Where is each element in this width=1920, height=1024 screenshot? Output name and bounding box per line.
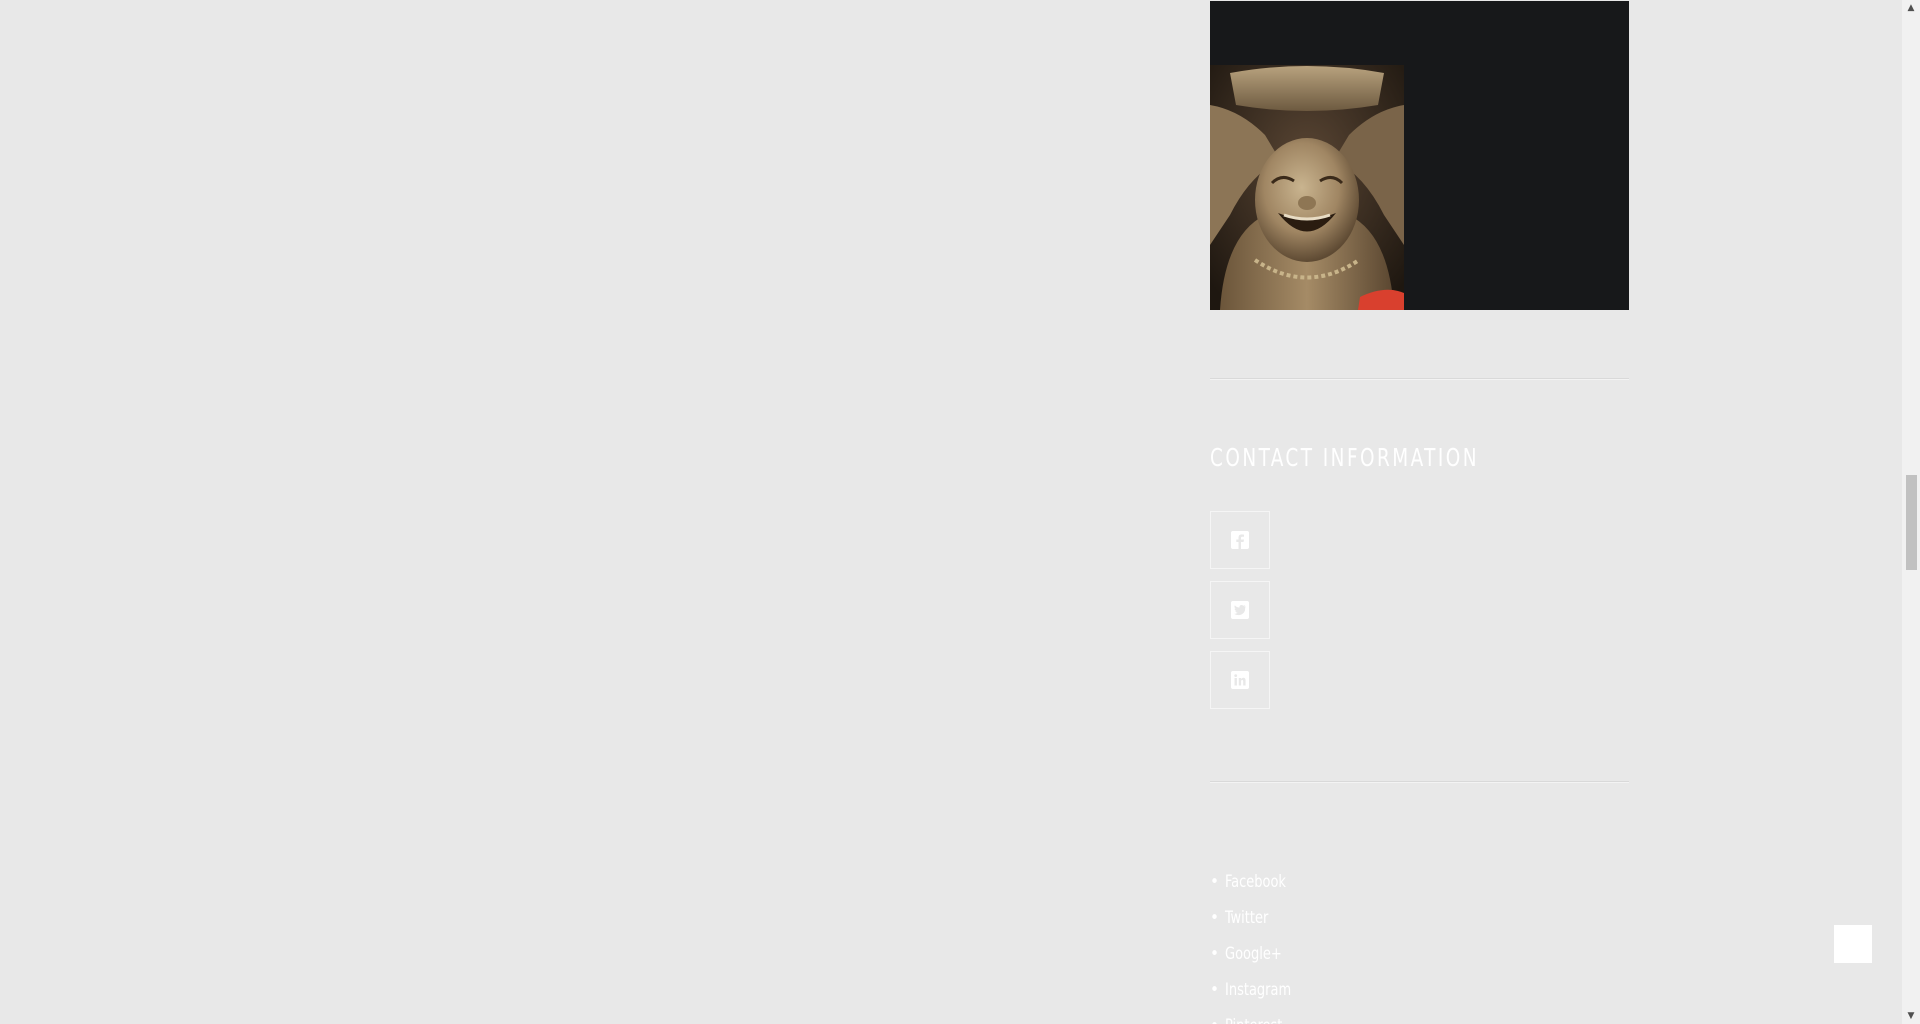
vertical-scrollbar[interactable]: ▲ ▼ (1902, 0, 1920, 1024)
twitter-button[interactable] (1210, 581, 1270, 639)
bullet: • (1210, 980, 1220, 1000)
divider (1210, 378, 1629, 380)
social-link-google-plus[interactable]: • Google+ (1210, 936, 1303, 972)
bullet: • (1210, 944, 1220, 964)
bullet: • (1210, 908, 1220, 928)
buddha-statue-illustration (1210, 65, 1404, 310)
linkedin-icon (1231, 671, 1249, 689)
social-link-label: Facebook (1225, 872, 1286, 892)
scroll-up-arrow-icon[interactable]: ▲ (1902, 0, 1920, 16)
back-to-top-button[interactable] (1834, 925, 1872, 963)
social-link-label: Instagram (1225, 980, 1292, 1000)
bullet: • (1210, 1008, 1219, 1024)
bullet: • (1210, 872, 1220, 892)
social-link-label: Pinterest (1225, 1008, 1282, 1024)
facebook-icon (1231, 531, 1249, 549)
social-link-label: Twitter (1225, 908, 1269, 928)
twitter-icon (1231, 601, 1249, 619)
page: CONTACT INFORMATION • Facebook • Twitter… (0, 0, 1920, 1024)
media-widget (1210, 1, 1629, 310)
social-link-instagram[interactable]: • Instagram (1210, 972, 1303, 1008)
contact-information-title: CONTACT INFORMATION (1210, 443, 1479, 472)
divider (1210, 781, 1629, 783)
social-link-label: Google+ (1225, 944, 1282, 964)
buddha-image[interactable] (1210, 65, 1404, 310)
social-links-list: •Facebook •Twitter •Google+ •Instagram •… (1210, 864, 1303, 1024)
scroll-down-arrow-icon[interactable]: ▼ (1902, 1008, 1920, 1024)
scrollbar-thumb[interactable] (1906, 475, 1917, 570)
facebook-button[interactable] (1210, 511, 1270, 569)
social-link-facebook[interactable]: • Facebook (1210, 864, 1303, 900)
social-link-pinterest[interactable]: • Pinterest (1210, 1008, 1303, 1024)
linkedin-button[interactable] (1210, 651, 1270, 709)
social-link-twitter[interactable]: • Twitter (1210, 900, 1303, 936)
